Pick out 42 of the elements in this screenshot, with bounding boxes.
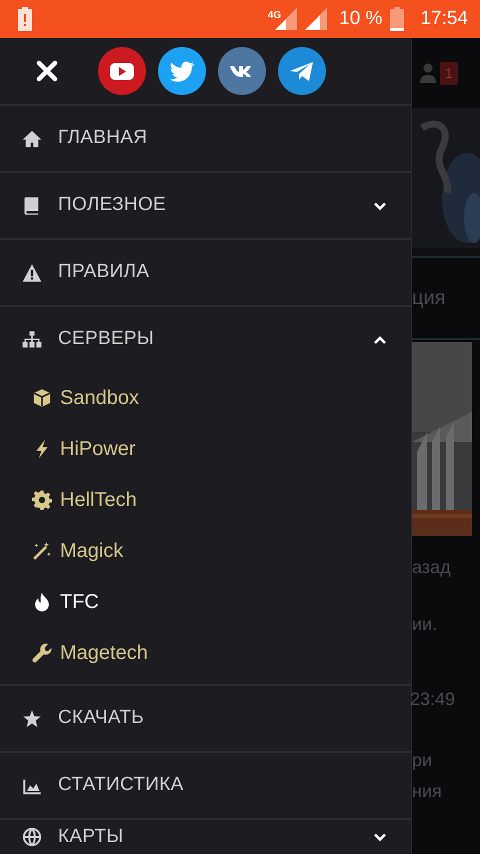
gear-icon bbox=[32, 490, 52, 510]
submenu-item[interactable]: HiPower bbox=[0, 423, 411, 474]
menu-item[interactable]: ПРАВИЛА bbox=[0, 238, 411, 305]
vk-logo-icon[interactable] bbox=[218, 47, 266, 95]
warning-icon bbox=[22, 262, 42, 282]
submenu-item[interactable]: TFC bbox=[0, 576, 411, 627]
cube-icon bbox=[32, 388, 52, 408]
wrench-icon bbox=[32, 642, 52, 662]
magic-wand-icon bbox=[32, 540, 52, 560]
home-icon bbox=[22, 128, 42, 148]
globe-icon bbox=[22, 827, 42, 847]
bird-icon[interactable] bbox=[158, 47, 206, 95]
battery-percent: 10 % bbox=[339, 6, 382, 31]
menu-item[interactable]: СТАТИСТИКА bbox=[0, 751, 411, 818]
flame-icon bbox=[32, 592, 52, 612]
news-text: ри bbox=[412, 749, 434, 772]
menu-item[interactable]: ПОЛЕЗНОЕ bbox=[0, 171, 411, 238]
tab-label: ция bbox=[412, 286, 446, 311]
submenu-item[interactable]: Magick bbox=[0, 525, 411, 576]
notification-count: 1 bbox=[440, 62, 458, 84]
news-text: 23:49 bbox=[410, 688, 456, 711]
paper-plane-icon[interactable] bbox=[278, 47, 326, 95]
clock: 17:54 bbox=[420, 6, 468, 31]
menu-item[interactable]: СЕРВЕРЫ bbox=[0, 305, 411, 372]
menu-item[interactable]: ГЛАВНАЯ bbox=[0, 104, 411, 171]
youtube-icon[interactable] bbox=[98, 47, 146, 95]
submenu-item[interactable]: Sandbox bbox=[0, 372, 411, 423]
close-button[interactable] bbox=[36, 60, 58, 82]
news-text: ния bbox=[412, 780, 443, 803]
menu-item[interactable]: СКАЧАТЬ bbox=[0, 684, 411, 751]
battery-alert-icon bbox=[18, 7, 32, 31]
user-icon bbox=[420, 63, 436, 83]
submenu-item[interactable]: Magetech bbox=[0, 627, 411, 678]
submenu-item[interactable]: HellTech bbox=[0, 474, 411, 525]
signal-icon bbox=[305, 8, 328, 30]
news-text: азад bbox=[412, 556, 452, 579]
network-type: 4G bbox=[268, 8, 282, 23]
news-text: ии. bbox=[412, 613, 438, 636]
sitemap-icon bbox=[22, 330, 42, 350]
star-icon bbox=[22, 708, 42, 728]
battery-icon bbox=[390, 7, 404, 31]
menu-item[interactable]: КАРТЫ bbox=[0, 818, 411, 854]
